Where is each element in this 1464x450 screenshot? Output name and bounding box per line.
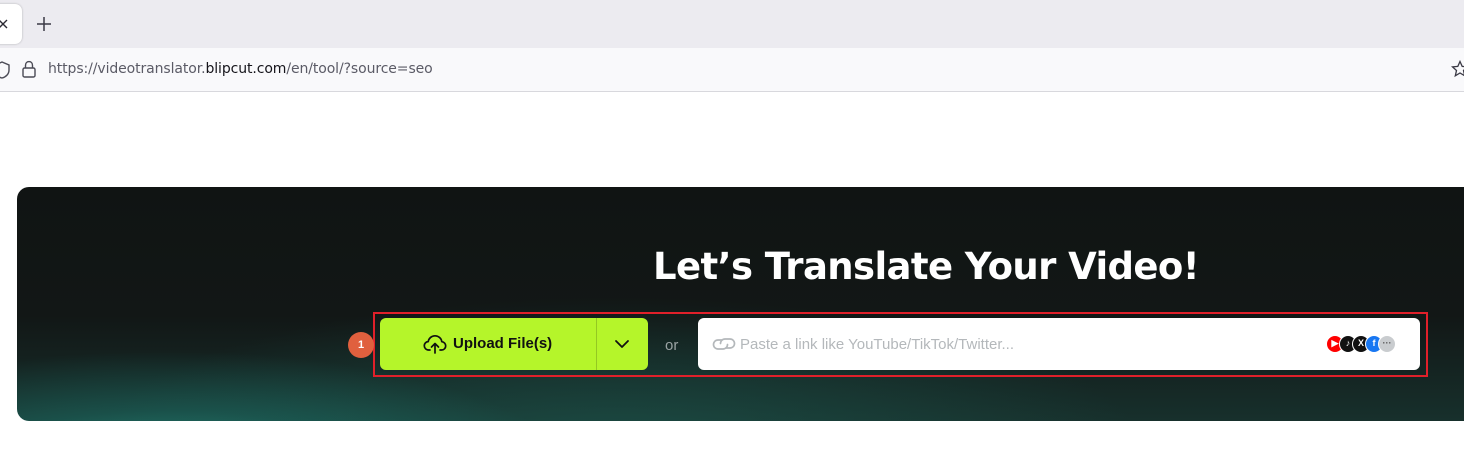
- url-suffix: /en/tool/?source=seo: [286, 61, 433, 77]
- link-icon: [712, 338, 736, 350]
- upload-file-button-group: Upload File(s): [380, 318, 648, 370]
- browser-tab[interactable]: [0, 4, 22, 44]
- hero-banner: Let’s Translate Your Video!: [17, 187, 1464, 421]
- browser-tab-strip: [0, 0, 1464, 48]
- close-tab-icon[interactable]: [0, 18, 9, 30]
- video-link-input[interactable]: [740, 332, 1300, 356]
- supported-platforms: ▶ ♪ X f ···: [1326, 335, 1406, 353]
- upload-file-label: Upload File(s): [453, 335, 553, 352]
- or-separator: or: [665, 337, 679, 354]
- cloud-upload-icon: [423, 334, 447, 354]
- lock-icon[interactable]: [21, 60, 37, 78]
- bookmark-star-icon[interactable]: [1451, 60, 1464, 78]
- upload-options-dropdown[interactable]: [597, 318, 648, 370]
- upload-file-button[interactable]: Upload File(s): [380, 318, 596, 370]
- url-host: blipcut.com: [205, 61, 287, 77]
- chevron-down-icon: [615, 340, 629, 348]
- link-input-container: ▶ ♪ X f ···: [698, 318, 1420, 370]
- url-prefix: https://videotranslator.: [48, 61, 206, 77]
- browser-nav-bar: https://videotranslator.blipcut.com/en/t…: [0, 48, 1464, 92]
- shield-icon[interactable]: [0, 61, 10, 79]
- hero-title: Let’s Translate Your Video!: [653, 245, 1200, 288]
- more-icon: ···: [1378, 335, 1396, 353]
- new-tab-icon[interactable]: [34, 14, 54, 34]
- step-badge: 1: [348, 332, 374, 358]
- address-bar-url[interactable]: https://videotranslator.blipcut.com/en/t…: [48, 61, 433, 77]
